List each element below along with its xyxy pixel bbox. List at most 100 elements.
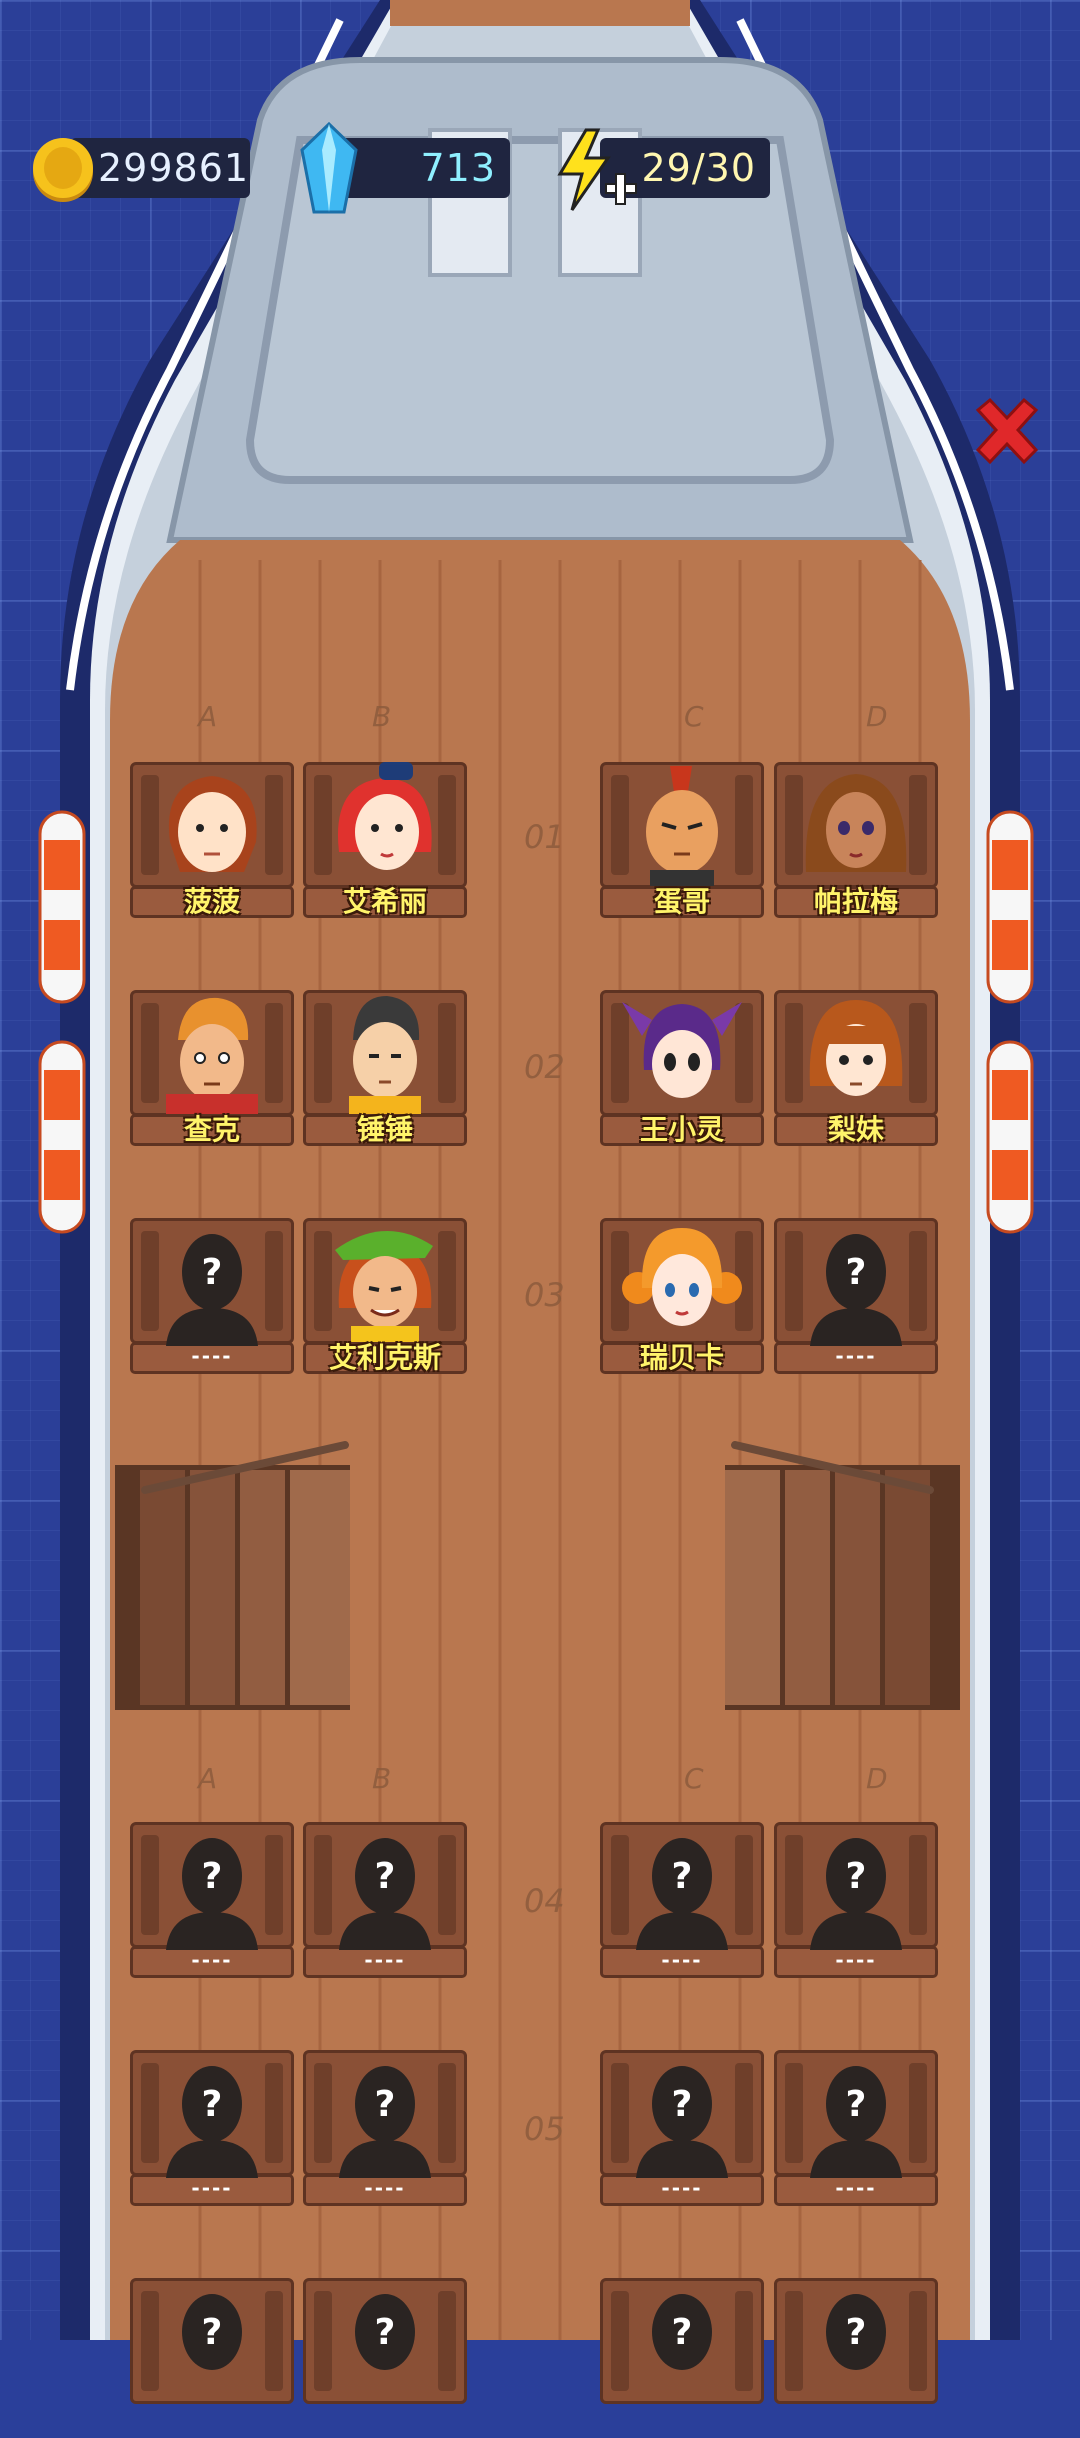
seat-03b[interactable]: 艾利克斯 — [303, 1218, 467, 1378]
svg-text:?: ? — [846, 2312, 867, 2353]
seat-02b[interactable]: 锤锤 — [303, 990, 467, 1150]
seat-name: 梨妹 — [827, 1113, 884, 1146]
column-label-a-top: A — [198, 700, 218, 733]
seat-02c[interactable]: 王小灵 — [600, 990, 764, 1150]
svg-text:?: ? — [672, 2312, 693, 2353]
seat-01a[interactable]: 菠菠 — [130, 762, 294, 922]
seat-02a[interactable]: 查克 — [130, 990, 294, 1150]
gem-value: 713 — [420, 146, 496, 190]
blue-crystal-icon — [300, 121, 358, 214]
seat-name: 艾利克斯 — [328, 1341, 441, 1374]
character-portrait — [646, 766, 718, 886]
character-portrait — [805, 774, 907, 872]
red-x-icon — [975, 397, 1039, 465]
silhouette-question-icon: ? — [636, 2066, 728, 2178]
seat-04b[interactable]: ? ---- — [303, 1822, 467, 1982]
svg-text:?: ? — [202, 2312, 223, 2353]
svg-text:?: ? — [672, 1856, 693, 1897]
seat-05a[interactable]: ? ---- — [130, 2050, 294, 2210]
seat-name: ---- — [661, 2176, 703, 2200]
silhouette-question-icon: ? — [652, 2294, 712, 2370]
silhouette-question-icon: ? — [810, 2066, 902, 2178]
row-number-05: 05 — [524, 2110, 565, 2148]
lightning-plus-icon[interactable] — [552, 128, 642, 212]
svg-text:?: ? — [202, 1252, 223, 1293]
seat-05b[interactable]: ? ---- — [303, 2050, 467, 2210]
svg-text:?: ? — [375, 2312, 396, 2353]
svg-text:?: ? — [846, 2084, 867, 2125]
character-portrait — [337, 762, 432, 870]
seat-02d[interactable]: 梨妹 — [774, 990, 938, 1150]
seat-01c[interactable]: 蛋哥 — [600, 762, 764, 922]
close-button[interactable] — [968, 392, 1046, 470]
column-label-d-top: D — [866, 700, 888, 733]
seat-04d[interactable]: ? ---- — [774, 1822, 938, 1982]
seat-name: 蛋哥 — [653, 885, 710, 918]
row-number-02: 02 — [524, 1048, 565, 1086]
seat-name: ---- — [364, 1948, 406, 1972]
seat-01b[interactable]: 艾希丽 — [303, 762, 467, 922]
svg-text:?: ? — [202, 1856, 223, 1897]
seat-name: 瑞贝卡 — [639, 1341, 724, 1374]
seat-04c[interactable]: ? ---- — [600, 1822, 764, 1982]
svg-text:?: ? — [202, 2084, 223, 2125]
seat-06b[interactable]: ? — [303, 2278, 467, 2438]
seat-name: ---- — [835, 1344, 877, 1368]
silhouette-question-icon: ? — [166, 1838, 258, 1950]
column-label-b-bottom: B — [372, 1762, 392, 1795]
energy-value: 29/30 — [641, 146, 756, 190]
seat-name: 菠菠 — [183, 885, 240, 918]
character-portrait — [349, 996, 421, 1114]
seat-name: ---- — [191, 2176, 233, 2200]
column-label-c-bottom: C — [684, 1762, 704, 1795]
seat-name: ---- — [835, 1948, 877, 1972]
character-portrait — [622, 1228, 742, 1326]
seat-05c[interactable]: ? ---- — [600, 2050, 764, 2210]
column-label-c-top: C — [684, 700, 704, 733]
seat-name: 艾希丽 — [342, 885, 427, 918]
seat-name: ---- — [835, 2176, 877, 2200]
silhouette-question-icon: ? — [339, 2066, 431, 2178]
seat-05d[interactable]: ? ---- — [774, 2050, 938, 2210]
silhouette-question-icon: ? — [166, 2066, 258, 2178]
column-label-a-bottom: A — [198, 1762, 218, 1795]
seat-name: 王小灵 — [639, 1113, 724, 1146]
seat-name: ---- — [661, 1948, 703, 1972]
silhouette-question-icon: ? — [339, 1838, 431, 1950]
column-label-b-top: B — [372, 700, 392, 733]
gold-coin-icon — [33, 138, 93, 202]
silhouette-question-icon: ? — [636, 1838, 728, 1950]
silhouette-question-icon: ? — [810, 1234, 902, 1346]
seat-03a[interactable]: ? ---- — [130, 1218, 294, 1378]
row-number-04: 04 — [524, 1882, 565, 1920]
silhouette-question-icon: ? — [166, 1234, 258, 1346]
svg-text:?: ? — [846, 1252, 867, 1293]
character-portrait — [166, 997, 258, 1114]
row-number-01: 01 — [524, 818, 565, 856]
seat-06d[interactable]: ? — [774, 2278, 938, 2438]
seat-name: 查克 — [183, 1113, 240, 1146]
seat-03d[interactable]: ? ---- — [774, 1218, 938, 1378]
silhouette-question-icon: ? — [182, 2294, 242, 2370]
silhouette-question-icon: ? — [355, 2294, 415, 2370]
row-number-03: 03 — [524, 1276, 565, 1314]
seat-01d[interactable]: 帕拉梅 — [774, 762, 938, 922]
column-label-d-bottom: D — [866, 1762, 888, 1795]
seat-06a[interactable]: ? — [130, 2278, 294, 2438]
character-portrait — [335, 1230, 433, 1342]
seat-name: ---- — [191, 1948, 233, 1972]
character-portrait — [168, 776, 257, 872]
character-portrait — [809, 1000, 903, 1096]
svg-text:?: ? — [375, 1856, 396, 1897]
stairway-right — [725, 1441, 960, 1710]
svg-text:?: ? — [672, 2084, 693, 2125]
character-portrait — [622, 1002, 742, 1098]
seat-name: ---- — [191, 1344, 233, 1368]
seat-name: 帕拉梅 — [813, 885, 898, 918]
seat-name: ---- — [364, 2176, 406, 2200]
seat-04a[interactable]: ? ---- — [130, 1822, 294, 1982]
seat-name: 锤锤 — [356, 1113, 413, 1146]
seat-03c[interactable]: 瑞贝卡 — [600, 1218, 764, 1378]
silhouette-question-icon: ? — [810, 1838, 902, 1950]
seat-06c[interactable]: ? — [600, 2278, 764, 2438]
